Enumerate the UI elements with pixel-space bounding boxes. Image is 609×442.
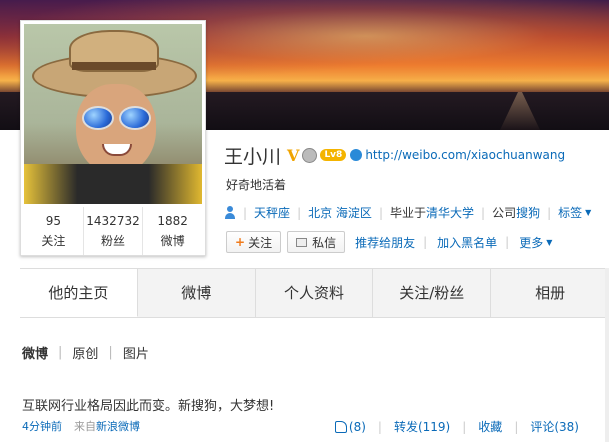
profile-tagline: 好奇地活着 [226,178,287,192]
divider: | [423,235,428,249]
tab-home[interactable]: 他的主页 [20,269,138,317]
scrollbar[interactable] [605,268,609,442]
post-actions: (8) | 转发(119) | 收藏 | 评论(38) [334,418,579,435]
divider: | [58,345,63,360]
person-icon [224,206,236,219]
filter-original[interactable]: 原创 [72,343,98,362]
more-dropdown[interactable]: 更多 [519,234,543,251]
message-button[interactable]: 私信 [287,231,346,253]
divider: | [547,205,552,220]
school-prefix: 毕业于 [389,206,426,220]
post-source: 来自新浪微博 [74,418,140,434]
caret-down-icon[interactable]: ▼ [585,208,591,217]
profile-name: 王小川 [224,145,282,168]
filter-images[interactable]: 图片 [123,343,149,362]
profile-info-row: | 天秤座 | 北京 海淀区 | 毕业于 清华大学 | 公司 搜狗 | 标签 ▼ [224,204,591,221]
company-prefix: 公司 [492,206,517,220]
follow-label: 关注 [248,235,273,250]
lens-right [119,106,151,130]
stat-posts[interactable]: 1882 微博 [143,207,202,255]
divider: | [297,205,302,220]
level-badge-icon[interactable]: Lv8 [320,149,347,161]
zodiac-link[interactable]: 天秤座 [254,204,290,221]
recommend-link[interactable]: 推荐给朋友 [355,234,415,251]
location-link[interactable]: 北京 海淀区 [308,204,372,221]
stat-value: 95 [45,214,61,228]
hat-band [72,62,156,70]
tab-weibo[interactable]: 微博 [137,269,256,317]
divider: | [243,205,248,220]
profile-url-link[interactable]: http://weibo.com/xiaochuanwang [365,148,565,162]
divider: | [514,419,519,434]
blacklist-link[interactable]: 加入黑名单 [437,234,497,251]
favorite-link[interactable]: 收藏 [478,418,502,435]
like-count[interactable]: (8) [349,420,366,434]
stat-label: 关注 [41,234,66,248]
verified-v-icon[interactable]: V [287,146,299,165]
post-meta: 4分钟前 来自新浪微博 [22,418,140,434]
post-time-link[interactable]: 4分钟前 [22,418,62,434]
follow-button[interactable]: + 关注 [226,231,282,253]
divider: | [108,345,113,360]
post-text: 互联网行业格局因此而变。新搜狗，大梦想! [22,399,275,414]
profile-tabs: 他的主页 微博 个人资料 关注/粉丝 相册 [20,268,609,318]
thumb-up-icon[interactable] [334,420,347,433]
name-row: 王小川 V Lv8 http://weibo.com/xiaochuanwang [224,142,565,168]
medal-icon[interactable] [302,147,318,163]
tab-album[interactable]: 相册 [491,269,609,317]
tab-follow-fans[interactable]: 关注/粉丝 [373,269,492,317]
filter-weibo[interactable]: 微博 [22,343,48,362]
feed-filter: 微博 | 原创 | 图片 [22,343,149,362]
lens-left [82,106,114,130]
divider: | [462,419,467,434]
tab-profile-info[interactable]: 个人资料 [255,269,374,317]
repost-link[interactable]: 转发(119) [394,418,450,435]
divider: | [505,235,510,249]
avatar[interactable] [24,24,202,204]
stat-value: 1432732 [86,214,140,228]
link-icon [350,149,363,161]
source-link[interactable]: 新浪微博 [96,420,140,433]
jacket [24,164,202,204]
message-label: 私信 [312,235,337,250]
caret-down-icon[interactable]: ▼ [546,238,552,247]
stats-row: 95 关注 1432732 粉丝 1882 微博 [24,207,202,255]
action-row: + 关注 私信 推荐给朋友 | 加入黑名单 | 更多 ▼ [226,231,552,253]
stat-label: 粉丝 [101,234,126,248]
stat-value: 1882 [157,214,188,228]
company-link[interactable]: 搜狗 [516,204,540,221]
avatar-card: 95 关注 1432732 粉丝 1882 微博 [20,20,206,256]
comment-link[interactable]: 评论(38) [530,418,579,435]
plus-icon: + [235,235,246,249]
stat-following[interactable]: 95 关注 [24,207,84,255]
source-prefix: 来自 [74,420,96,433]
divider: | [481,205,486,220]
divider: | [378,205,383,220]
sunglasses [82,106,152,132]
stat-label: 微博 [160,234,185,248]
stat-followers[interactable]: 1432732 粉丝 [84,207,144,255]
school-link[interactable]: 清华大学 [426,204,474,221]
tags-dropdown[interactable]: 标签 [558,204,582,221]
mail-icon [296,237,308,247]
divider: | [377,419,382,434]
